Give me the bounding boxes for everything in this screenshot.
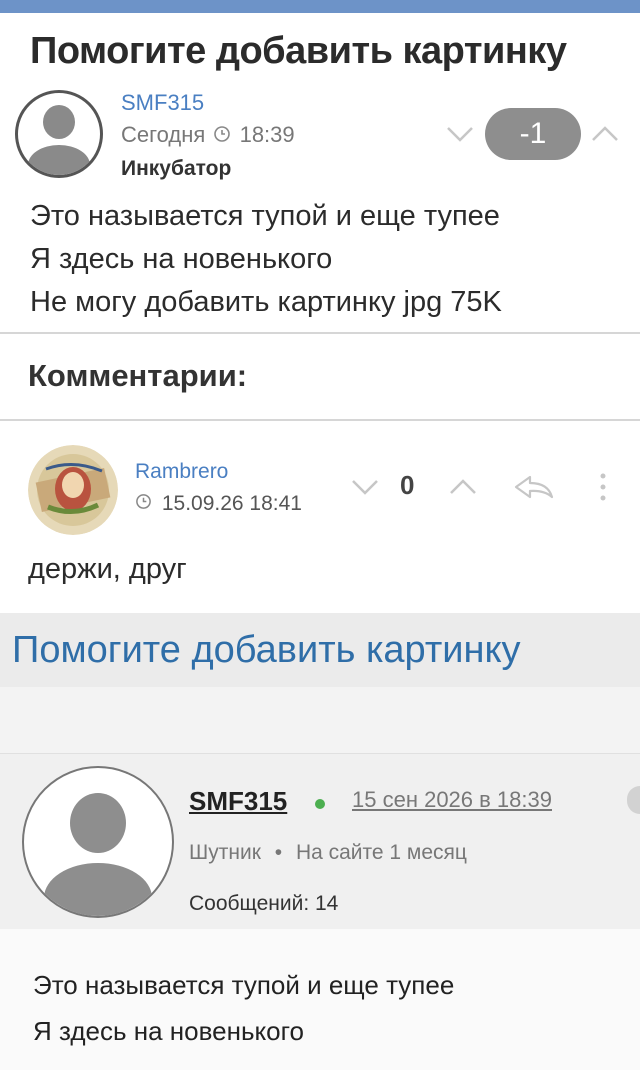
comment-text: держи, друг	[28, 553, 187, 585]
post-author-link[interactable]: SMF315	[121, 90, 204, 116]
divider	[0, 419, 640, 421]
avatar-head-shape	[43, 105, 75, 139]
author-rank: Инкубатор	[121, 157, 232, 180]
post-score-badge: -1	[485, 108, 581, 160]
embed-posts-count: Сообщений: 14	[189, 892, 339, 915]
post-date: Сегодня 18:39	[121, 122, 295, 149]
reply-icon[interactable]	[512, 473, 556, 501]
avatar-body-shape	[44, 863, 152, 916]
embed-author: SMF315	[189, 786, 288, 816]
commenter-link[interactable]: Rambrero	[135, 460, 228, 484]
post-body-line: Не могу добавить картинку jpg 75K	[30, 286, 502, 318]
post-body-line: Это называется тупой и еще тупее	[30, 200, 500, 232]
embed-meta: Шутник • На сайте 1 месяц	[189, 841, 467, 865]
chevron-up-icon[interactable]	[590, 125, 620, 143]
embed-title: Помогите добавить картинку	[12, 629, 521, 671]
top-bar	[0, 0, 640, 13]
chevron-up-icon[interactable]	[448, 478, 478, 496]
post-body: Это называется тупой и еще тупее Я здесь…	[30, 195, 502, 324]
comments-heading: Комментарии:	[28, 358, 248, 393]
more-vertical-icon[interactable]	[598, 472, 608, 502]
embed-body: Это называется тупой и еще тупее Я здесь…	[33, 962, 454, 1054]
commenter-avatar[interactable]	[28, 445, 118, 535]
post-date-time: 18:39	[239, 122, 295, 147]
embed-body-line: Это называется тупой и еще тупее	[33, 970, 455, 1000]
chevron-down-icon[interactable]	[445, 125, 475, 143]
online-status-dot	[315, 799, 325, 809]
embed-separator: •	[274, 841, 283, 864]
page-title: Помогите добавить картинку	[30, 30, 567, 72]
avatar-body-shape	[28, 145, 90, 175]
embed-avatar	[22, 766, 174, 918]
comment-date: 15.09.26 18:41	[135, 492, 302, 516]
post-date-day: Сегодня	[121, 122, 206, 147]
clock-icon	[213, 123, 231, 149]
post-body-line: Я здесь на новенького	[30, 243, 333, 275]
comment-datetime: 15.09.26 18:41	[161, 492, 302, 515]
embed-membership: На сайте 1 месяц	[295, 841, 467, 864]
embed-edge-button	[627, 786, 640, 814]
embed-body-line: Я здесь на новенького	[33, 1016, 304, 1046]
clock-icon	[135, 492, 152, 516]
avatar-head-shape	[70, 793, 126, 853]
comment-attached-image[interactable]: Помогите добавить картинку SMF315 15 сен…	[0, 613, 640, 1070]
comment-score: 0	[400, 470, 415, 500]
author-avatar[interactable]	[15, 90, 103, 178]
embed-header: Помогите добавить картинку	[0, 613, 640, 687]
embed-post-card: SMF315 15 сен 2026 в 18:39 Шутник • На с…	[0, 753, 640, 1070]
divider	[0, 332, 640, 334]
chevron-down-icon[interactable]	[350, 478, 380, 496]
embed-status: Шутник	[189, 841, 261, 864]
embed-date: 15 сен 2026 в 18:39	[352, 787, 552, 812]
